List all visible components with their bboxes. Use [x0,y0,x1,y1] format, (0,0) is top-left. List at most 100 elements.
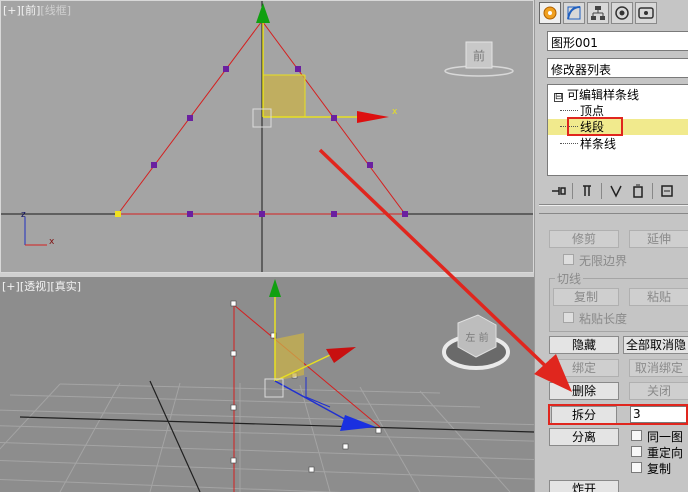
viewport-shading-mode[interactable]: [真实] [50,280,81,293]
segment-highlight-box [567,117,623,136]
first-vertex[interactable] [115,211,121,217]
gizmo-xz-plane[interactable] [263,75,305,117]
copy-tangent-button[interactable]: 复制 [553,288,619,306]
configure-icon [661,185,673,197]
hierarchy-tab[interactable] [587,2,609,24]
vertex[interactable] [223,66,229,72]
motion-tab[interactable] [611,2,633,24]
paste-length-label: 粘贴长度 [579,312,628,326]
tree-connector [560,143,578,144]
motion-icon [615,6,629,20]
vertex[interactable] [402,211,408,217]
delete-button[interactable]: 删除 [549,382,619,400]
world-y-axis [149,380,201,492]
vertex[interactable] [331,211,337,217]
toolbar-separator [601,183,602,199]
paste-tangent-button[interactable]: 粘贴 [629,288,688,306]
viewcube-label[interactable]: 左 前 [465,331,488,344]
copy-checkbox[interactable] [631,462,642,473]
show-end-result-button[interactable] [576,182,598,200]
gizmo-x-arrow[interactable] [326,347,356,363]
remove-modifier-button[interactable] [627,182,649,200]
collapse-toggle-icon[interactable]: ⊟ [554,93,563,102]
vertex[interactable] [331,115,337,121]
tree-connector [560,110,578,111]
close-button[interactable]: 关闭 [629,382,688,400]
pin-icon [552,187,566,195]
extend-button[interactable]: 延伸 [629,230,688,248]
vertex[interactable] [151,162,157,168]
infinite-bounds-checkbox[interactable] [563,254,574,265]
viewport-menu-button[interactable]: [+] [2,280,20,293]
bind-button[interactable]: 绑定 [549,359,619,377]
display-icon [638,7,654,19]
gizmo-y-axis[interactable] [274,380,351,423]
unbind-button[interactable]: 取消绑定 [629,359,688,377]
stack-item-label: 可编辑样条线 [567,88,640,102]
explode-button[interactable]: 炸开 [549,480,619,492]
vertex[interactable] [367,162,373,168]
reorient-label: 重定向 [647,446,684,460]
configure-modifier-sets-button[interactable] [656,182,678,200]
gizmo-x-label: x [392,107,398,117]
command-panel-tabs [539,2,657,26]
vertex[interactable] [295,66,301,72]
make-unique-button[interactable] [605,182,627,200]
display-tab[interactable] [635,2,657,24]
divider [539,205,688,206]
perspective-viewport-label[interactable]: [+][透视][真实] [2,278,81,294]
pin-stack-button[interactable] [547,182,569,200]
modifier-list-dropdown[interactable]: 修改器列表 [547,58,688,78]
same-shape-checkbox[interactable] [631,430,642,441]
vertex[interactable] [187,211,193,217]
create-icon [543,6,557,20]
modifier-stack[interactable]: ⊟ 可编辑样条线 顶点 线段 样条线 [547,84,688,176]
tangent-group-title: 切线 [555,270,584,287]
gizmo-z-arrow[interactable] [269,279,281,297]
vertex[interactable] [187,115,193,121]
modify-icon [567,6,581,20]
viewport-menu-button[interactable]: [+] [3,4,21,17]
infinite-bounds-label: 无限边界 [579,254,628,268]
viewport-view-name[interactable]: [透视] [20,280,51,293]
viewport-shading-mode[interactable]: [线框] [40,4,71,17]
stack-item-spline[interactable]: 样条线 [560,136,616,152]
same-shape-label: 同一图 [647,430,684,444]
hierarchy-icon [591,6,605,20]
stack-item-segment[interactable]: 线段 [548,117,688,136]
object-name-field[interactable]: 图形001 [547,31,688,51]
toolbar-separator [652,183,653,199]
tripod-z-label: z [21,210,26,220]
divide-highlight-box [548,404,688,425]
home-grid [0,382,534,492]
paste-length-checkbox[interactable] [563,312,574,323]
stack-item-label: 样条线 [580,137,617,151]
stack-item-editable-spline[interactable]: ⊟ 可编辑样条线 [554,87,639,103]
vertex[interactable] [259,211,265,217]
perspective-viewport-canvas[interactable]: 左 前 [0,277,534,492]
tripod-x-label: x [49,237,55,247]
make-unique-icon [610,185,622,198]
gizmo-z-arrow[interactable] [256,3,270,23]
gizmo-y-arrow[interactable] [340,415,376,431]
toolbar-separator [572,183,573,199]
front-viewport-label[interactable]: [+][前][线框] [3,2,71,18]
local-axis [305,396,331,408]
show-end-result-icon [583,185,591,196]
trash-icon [633,184,643,198]
front-viewport-canvas[interactable]: x z x 前 [1,1,534,273]
front-viewport[interactable]: x z x 前 [+][前][线框] [0,0,534,273]
trim-button[interactable]: 修剪 [549,230,619,248]
modify-tab[interactable] [563,2,585,24]
detach-button[interactable]: 分离 [549,428,619,446]
gizmo-x-arrow[interactable] [357,111,389,123]
reorient-checkbox[interactable] [631,446,642,457]
hide-button[interactable]: 隐藏 [549,336,619,354]
create-tab[interactable] [539,2,561,24]
viewport-view-name[interactable]: [前] [21,4,41,17]
perspective-viewport[interactable]: 左 前 [+][透视][真实] [0,277,534,492]
viewcube-label[interactable]: 前 [473,48,485,63]
stack-toolbar [547,182,688,200]
unhide-all-button[interactable]: 全部取消隐 [623,336,688,354]
divider [539,213,688,214]
